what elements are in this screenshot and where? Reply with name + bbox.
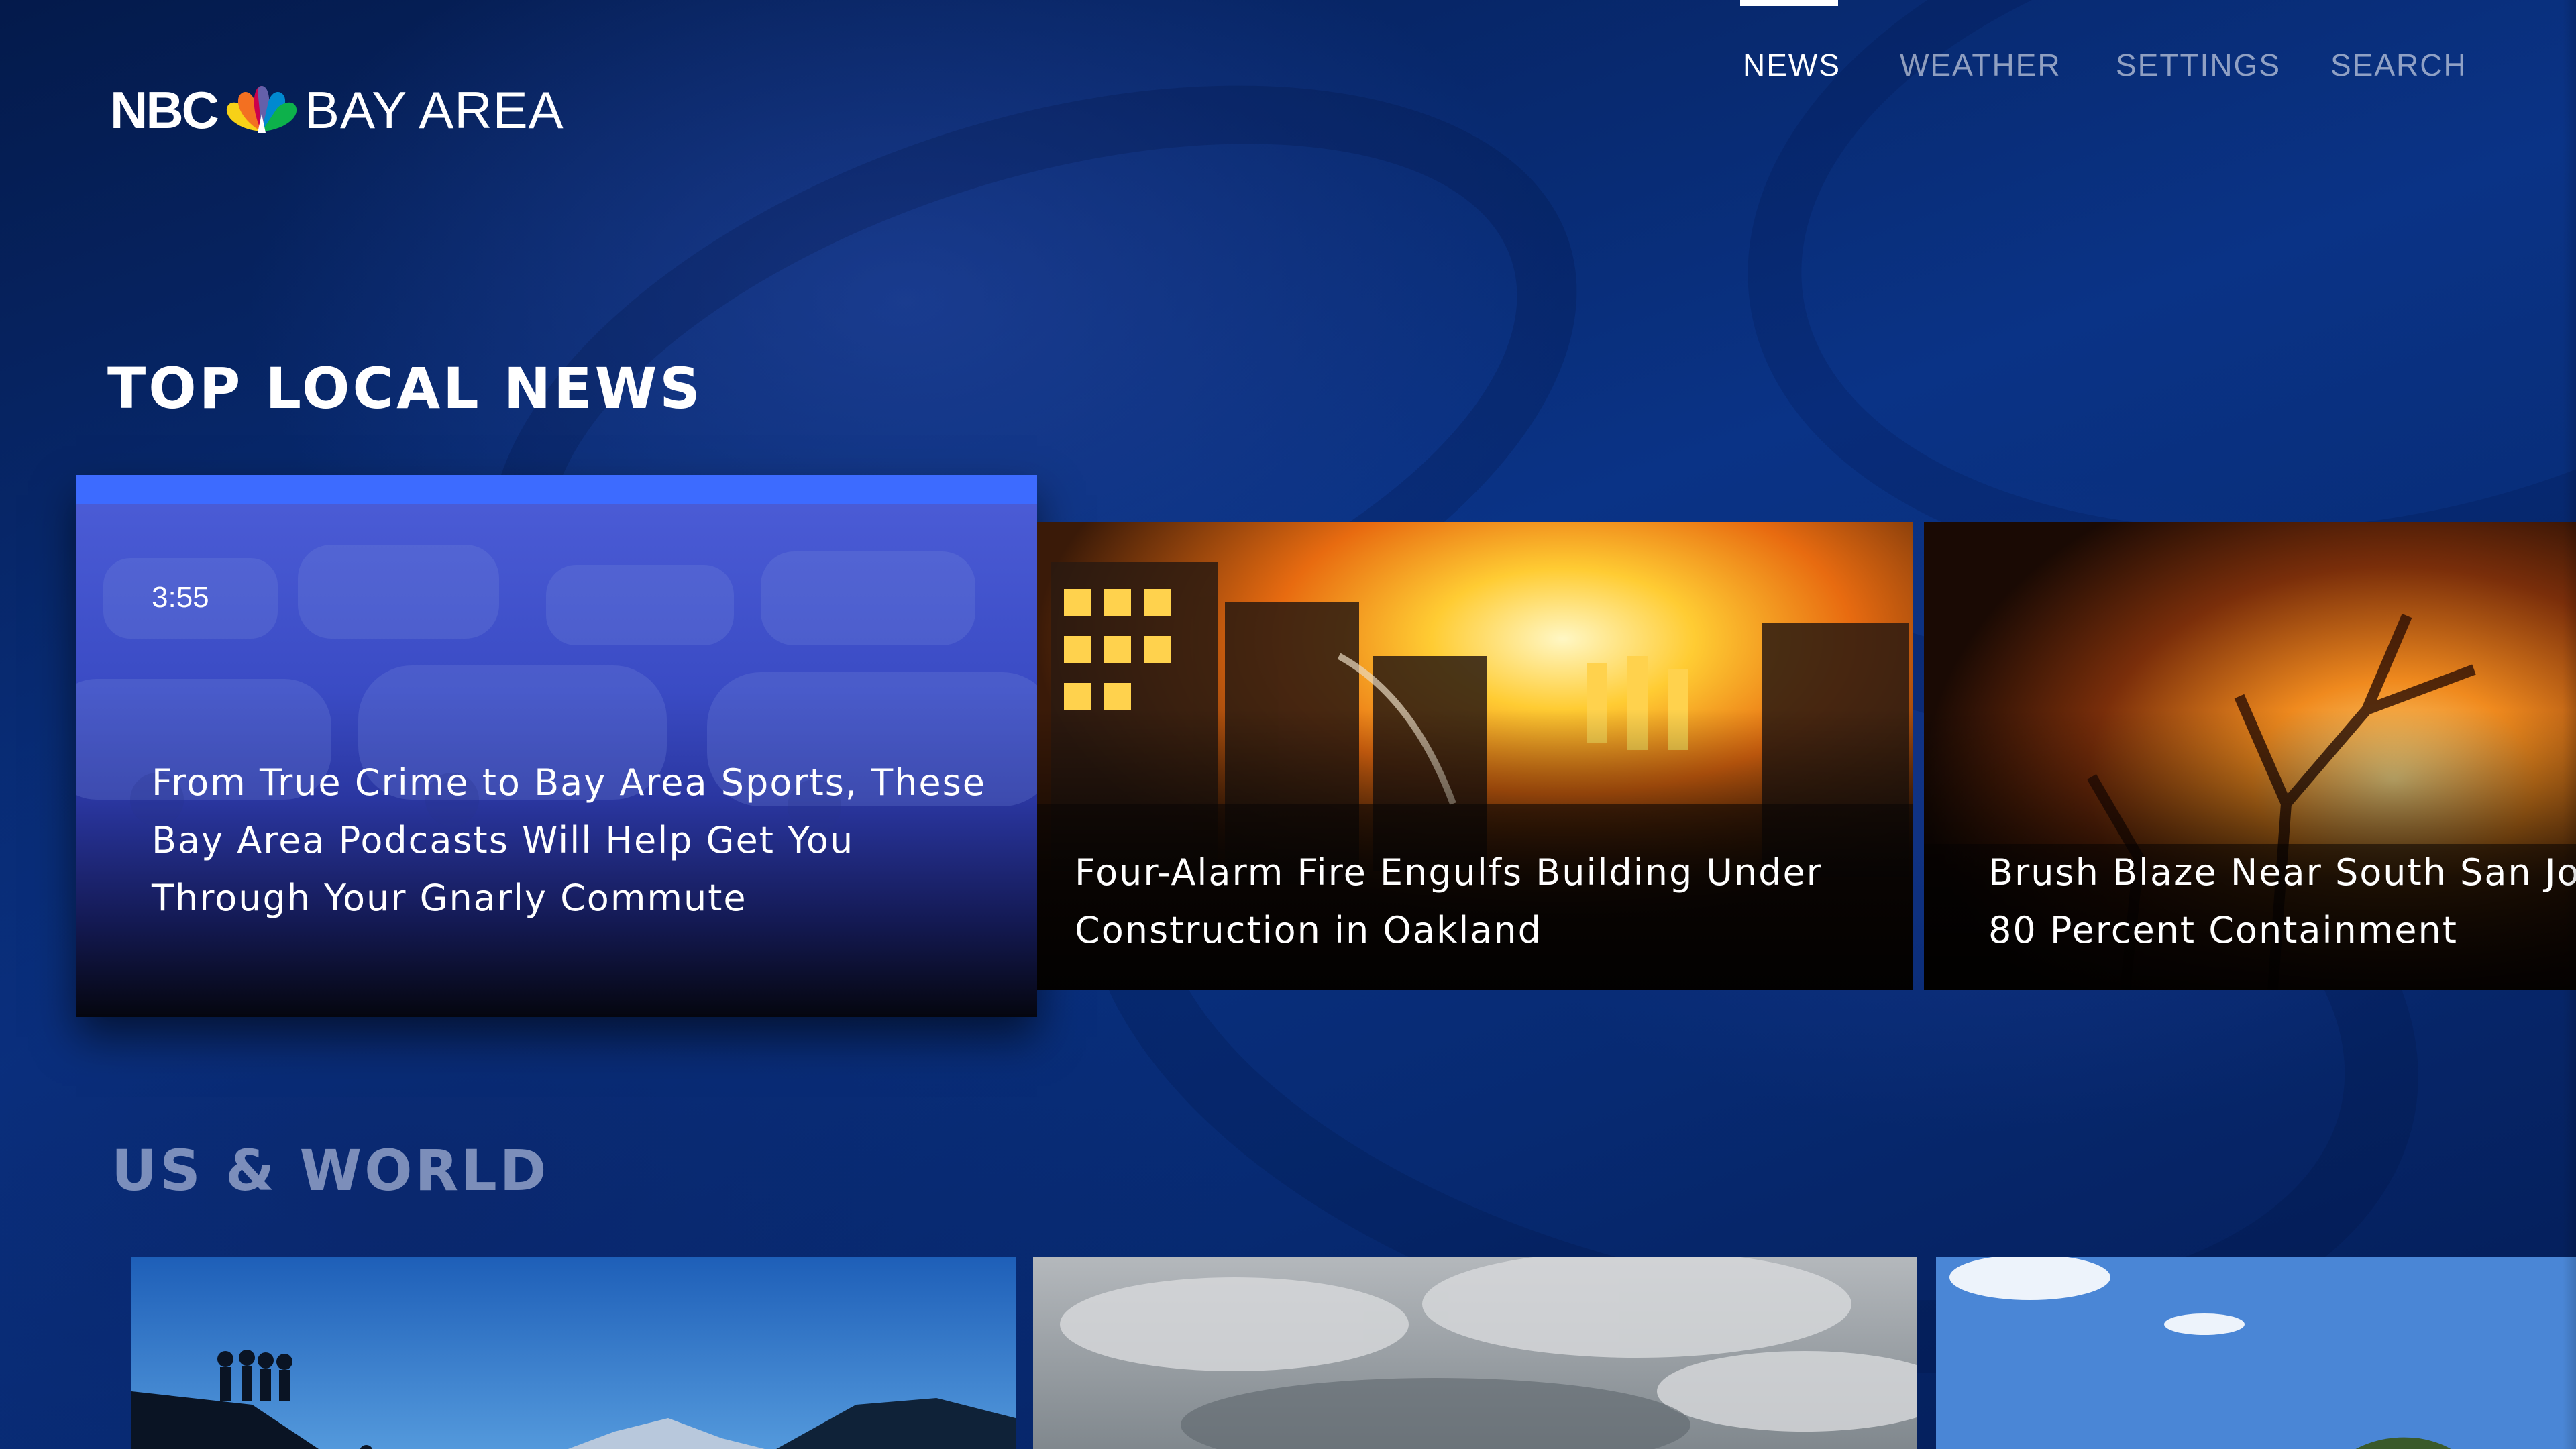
card-title-line-2: Construction in Oakland: [1075, 909, 1542, 951]
nav-item-weather[interactable]: WEATHER: [1900, 47, 2061, 83]
screen-edge-shadow: [2563, 0, 2576, 1449]
cloudy-sky-thumbnail: [1033, 1257, 1917, 1449]
nav-item-search[interactable]: SEARCH: [2330, 47, 2467, 83]
video-duration: 3:55: [152, 581, 209, 614]
nav-active-indicator: [1740, 0, 1838, 6]
news-card-brush-blaze[interactable]: Brush Blaze Near South San Jos 80 Percen…: [1924, 522, 2576, 990]
section-title-top-local-news: TOP LOCAL NEWS: [107, 356, 703, 421]
focus-indicator-bar: [76, 475, 1037, 504]
news-card-oakland-fire[interactable]: Four-Alarm Fire Engulfs Building Under C…: [1037, 522, 1913, 990]
card-title-line-2: Bay Area Podcasts Will Help Get You: [152, 819, 855, 861]
card-title-line-1: Four-Alarm Fire Engulfs Building Under: [1075, 851, 1823, 894]
card-title-line-1: Brush Blaze Near South San Jos: [1988, 851, 2576, 894]
news-card-podcasts[interactable]: 3:55 From True Crime to Bay Area Sports,…: [76, 475, 1037, 1017]
section-title-us-world: US & WORLD: [111, 1138, 549, 1203]
nav-item-settings[interactable]: SETTINGS: [2116, 47, 2281, 83]
mountain-silhouette-thumbnail: [131, 1257, 1016, 1449]
world-card-clouds[interactable]: [1033, 1257, 1917, 1449]
top-nav: NEWS WEATHER SETTINGS SEARCH: [0, 0, 2576, 134]
blue-sky-thumbnail: [1936, 1257, 2576, 1449]
card-title-line-2: 80 Percent Containment: [1988, 909, 2458, 951]
world-card-blue-sky[interactable]: [1936, 1257, 2576, 1449]
card-title-line-1: From True Crime to Bay Area Sports, Thes…: [152, 761, 987, 804]
nav-item-news[interactable]: NEWS: [1743, 47, 1841, 83]
world-card-mountain[interactable]: [131, 1257, 1016, 1449]
card-title-line-3: Through Your Gnarly Commute: [152, 877, 747, 919]
app-screen: NBC BAY AREA NEWS WEATHER SETTINGS SEARC…: [0, 0, 2576, 1449]
